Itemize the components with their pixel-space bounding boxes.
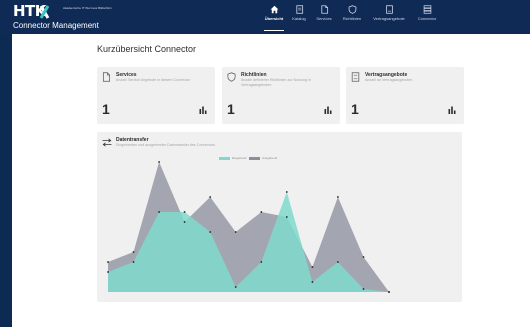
data-point-incoming[interactable]: [260, 261, 263, 263]
data-point-incoming[interactable]: [132, 261, 135, 263]
data-point-incoming[interactable]: [362, 288, 365, 290]
data-point-incoming[interactable]: [337, 261, 339, 263]
document-icon: [295, 5, 303, 14]
contract-icon: [385, 5, 393, 14]
bar-chart-icon: [324, 106, 332, 114]
nav-item-vertragsangebote[interactable]: Vertragsangebote: [369, 4, 409, 32]
card-description: Anzahl an Vertragsangeboten: [365, 78, 413, 82]
nav-item-katalog[interactable]: Katalog: [288, 4, 310, 32]
data-point-outgoing[interactable]: [337, 196, 339, 198]
data-point-incoming[interactable]: [158, 211, 160, 213]
data-transfer-chart: [107, 161, 390, 293]
nav-label: Übersicht: [264, 16, 284, 21]
home-icon: [270, 5, 278, 14]
logo-x-icon: [39, 5, 50, 19]
data-point-incoming[interactable]: [107, 271, 109, 273]
data-point-incoming[interactable]: [234, 286, 237, 288]
file-icon: [102, 72, 111, 82]
nav-item-richtlinien[interactable]: Richtlinien: [339, 4, 365, 32]
data-point-outgoing[interactable]: [388, 291, 390, 293]
contract-icon: [351, 72, 360, 82]
data-point-outgoing[interactable]: [285, 216, 288, 218]
card-count: 1: [351, 101, 359, 117]
app-title: Connector Management: [13, 21, 99, 30]
nav-label: Services: [316, 16, 332, 21]
nav-label: Connector: [417, 16, 437, 21]
nav-item-uebersicht[interactable]: Übersicht: [262, 4, 286, 32]
top-header: HTK Akademische IT Wert aus Bildschirm C…: [0, 0, 530, 34]
data-point-outgoing[interactable]: [158, 161, 160, 163]
bar-chart-icon: [448, 106, 456, 114]
nav-label: Richtlinien: [342, 16, 362, 21]
shield-icon: [227, 72, 236, 82]
card-richtlinien[interactable]: Richtlinien Anzahl definierter Richtlini…: [222, 67, 340, 124]
data-point-outgoing[interactable]: [183, 221, 186, 223]
shield-icon: [348, 5, 356, 14]
data-point-outgoing[interactable]: [209, 196, 212, 198]
file-icon: [320, 5, 328, 14]
card-description: Anzahl definierter Richtlinien zur Nutzu…: [241, 78, 311, 87]
page-title: Kurzübersicht Connector: [97, 44, 197, 54]
active-underline: [264, 29, 284, 31]
card-vertragsangebote[interactable]: Vertragsangebote Anzahl an Vertragsangeb…: [346, 67, 464, 124]
nav-item-services[interactable]: Services: [312, 4, 336, 32]
data-point-outgoing[interactable]: [260, 211, 263, 213]
card-count: 1: [227, 101, 235, 117]
data-point-incoming[interactable]: [209, 231, 212, 233]
logo-subtitle: Akademische IT Wert aus Bildschirm: [63, 6, 112, 10]
server-icon: [423, 5, 431, 14]
card-services[interactable]: Services Anzahl Service Angebote in dies…: [97, 67, 215, 124]
nav-item-connector[interactable]: Connector: [413, 4, 441, 32]
data-point-outgoing[interactable]: [234, 231, 237, 233]
data-point-outgoing[interactable]: [107, 261, 109, 263]
left-sidebar: [0, 0, 12, 327]
nav-label: Katalog: [292, 16, 306, 21]
data-point-incoming[interactable]: [311, 281, 314, 283]
brand: HTK Akademische IT Wert aus Bildschirm C…: [13, 3, 173, 31]
data-point-outgoing[interactable]: [362, 256, 365, 258]
bar-chart-icon: [199, 106, 207, 114]
data-point-outgoing[interactable]: [311, 266, 314, 268]
data-point-outgoing[interactable]: [132, 251, 135, 253]
nav-label: Vertragsangebote: [373, 16, 405, 21]
card-count: 1: [102, 101, 110, 117]
card-description: Anzahl Service Angebote in diesem Connec…: [116, 78, 191, 82]
data-point-incoming[interactable]: [183, 211, 186, 213]
data-point-incoming[interactable]: [285, 191, 288, 193]
data-transfer-panel: Datentransfer Eingehenden und ausgehende…: [97, 132, 462, 302]
